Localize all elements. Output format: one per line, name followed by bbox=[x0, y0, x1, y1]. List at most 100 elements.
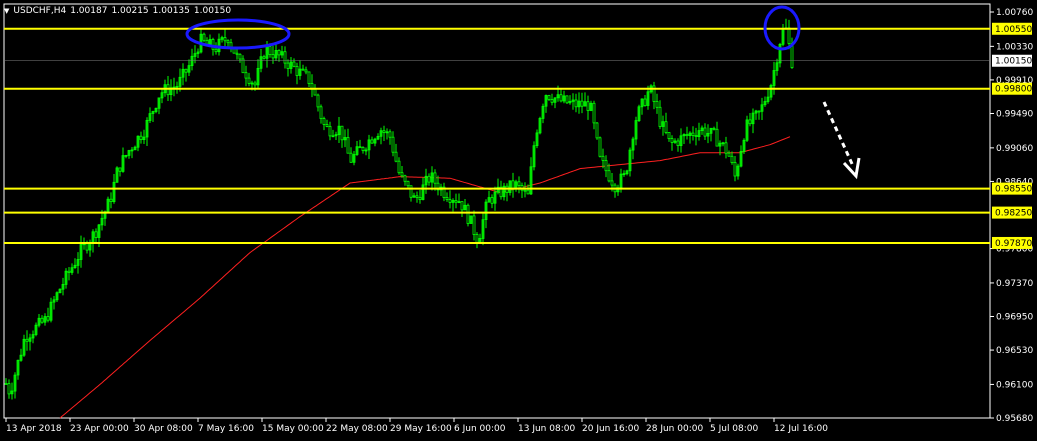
candle bbox=[16, 359, 20, 380]
candle bbox=[34, 322, 38, 337]
candle bbox=[436, 175, 440, 196]
candle bbox=[256, 59, 260, 89]
candle-body bbox=[40, 317, 44, 323]
candle bbox=[706, 124, 710, 144]
candle bbox=[775, 58, 779, 76]
candle bbox=[52, 296, 56, 310]
candle bbox=[547, 94, 551, 101]
candle bbox=[382, 125, 386, 141]
candle bbox=[625, 169, 629, 176]
candle bbox=[136, 135, 140, 152]
down-arrow-shaft bbox=[822, 101, 855, 167]
candle-body bbox=[655, 101, 659, 108]
y-tick-label: 1.00760 bbox=[996, 8, 1033, 18]
candle-body bbox=[118, 167, 122, 172]
candle bbox=[226, 39, 230, 48]
candle-body bbox=[466, 204, 470, 224]
candle bbox=[391, 131, 395, 157]
candle-body bbox=[670, 138, 674, 143]
x-tick-label: 7 May 16:00 bbox=[198, 424, 254, 434]
candle-body bbox=[454, 200, 458, 203]
x-tick-label: 12 Jul 16:00 bbox=[774, 424, 828, 434]
level-label: 0.97870 bbox=[995, 239, 1032, 249]
candle bbox=[223, 29, 227, 47]
candle bbox=[523, 182, 527, 198]
candle bbox=[538, 116, 542, 135]
candle bbox=[580, 92, 584, 114]
candle bbox=[499, 180, 503, 200]
candle bbox=[46, 307, 50, 323]
candle bbox=[214, 42, 218, 55]
candle bbox=[385, 128, 389, 140]
candle bbox=[37, 314, 41, 328]
candle bbox=[415, 191, 419, 203]
candle bbox=[514, 179, 518, 192]
candle bbox=[766, 88, 770, 104]
candle-body bbox=[580, 100, 584, 107]
candle bbox=[295, 62, 299, 85]
candle bbox=[496, 178, 500, 195]
candle bbox=[310, 74, 314, 98]
candle bbox=[67, 267, 71, 281]
candle bbox=[643, 95, 647, 107]
candle-body bbox=[46, 316, 50, 321]
candle-body bbox=[517, 181, 521, 186]
candle bbox=[658, 100, 662, 130]
candle bbox=[331, 129, 335, 138]
candle bbox=[61, 277, 65, 296]
candle bbox=[652, 81, 656, 110]
candle bbox=[286, 59, 290, 77]
candle-body bbox=[685, 134, 689, 137]
candle bbox=[55, 291, 59, 302]
candle-body bbox=[676, 140, 680, 146]
candle bbox=[670, 135, 674, 151]
candle bbox=[181, 63, 185, 86]
chart-window[interactable]: ▼ USDCHF,H4 1.00187 1.00215 1.00135 1.00150 1… bbox=[0, 0, 1037, 441]
candle bbox=[727, 150, 731, 157]
candle bbox=[781, 24, 785, 47]
candle-body bbox=[559, 94, 563, 102]
y-tick-label: 0.96100 bbox=[996, 380, 1033, 390]
candle bbox=[76, 252, 80, 274]
candle bbox=[346, 128, 350, 154]
candle-body bbox=[382, 130, 386, 133]
candle bbox=[277, 49, 281, 62]
candle bbox=[160, 89, 164, 104]
candle bbox=[238, 53, 242, 63]
candle bbox=[334, 131, 338, 140]
candle-body bbox=[226, 40, 230, 44]
candle bbox=[175, 81, 179, 94]
candle-body bbox=[748, 119, 752, 125]
candle bbox=[133, 145, 137, 151]
candle bbox=[517, 176, 521, 194]
candle bbox=[202, 32, 206, 43]
candle bbox=[733, 156, 737, 182]
y-tick-label: 1.00330 bbox=[996, 42, 1033, 52]
candle bbox=[394, 143, 398, 163]
candle bbox=[205, 37, 209, 45]
candle-body bbox=[184, 68, 188, 73]
candle-body bbox=[94, 231, 98, 238]
price-chart[interactable]: 1.007601.003300.999100.994900.990600.986… bbox=[0, 0, 1037, 441]
candle bbox=[397, 157, 401, 175]
candle bbox=[370, 136, 374, 144]
candle bbox=[493, 186, 497, 211]
candle bbox=[307, 71, 311, 87]
candle bbox=[280, 45, 284, 59]
candle bbox=[262, 54, 266, 60]
candle bbox=[130, 147, 134, 159]
x-tick-label: 13 Jun 08:00 bbox=[518, 424, 575, 434]
candle bbox=[475, 232, 479, 249]
candle-body bbox=[547, 95, 551, 100]
candle bbox=[712, 126, 716, 131]
candle-body bbox=[403, 175, 407, 182]
candle-body bbox=[727, 152, 731, 157]
time-axis: 13 Apr 2018 23 Apr 00:00 30 Apr 08:00 7 May… bbox=[5, 418, 828, 434]
candle bbox=[634, 116, 638, 146]
level-label: 0.99800 bbox=[995, 85, 1032, 95]
candle-body bbox=[304, 69, 308, 73]
candle bbox=[589, 100, 593, 112]
candle bbox=[289, 57, 293, 74]
candle bbox=[10, 382, 14, 400]
candle bbox=[94, 228, 98, 244]
